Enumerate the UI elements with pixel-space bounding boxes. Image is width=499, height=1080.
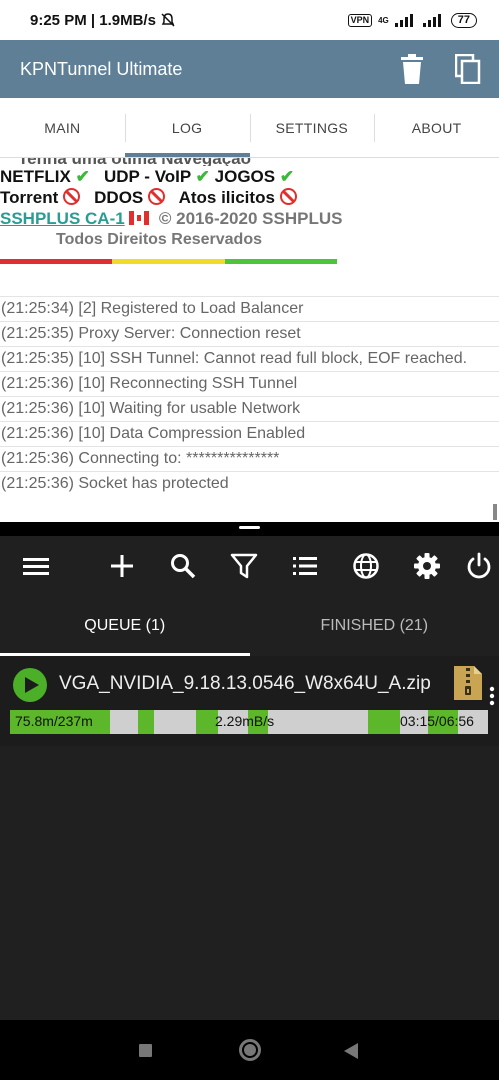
- server-banner: Tenha uma ótima Navegação NETFLIX ✔ UDP …: [0, 158, 499, 264]
- banner-line-1: NETFLIX ✔ UDP - VoIP ✔ JOGOS ✔: [0, 166, 499, 187]
- status-bar: 9:25 PM | 1.9MB/s VPN 4G 77: [0, 0, 499, 40]
- dm-tabs: QUEUE (1) FINISHED (21): [0, 596, 499, 656]
- status-time-speed: 9:25 PM | 1.9MB/s: [30, 12, 176, 29]
- banner-cut-line: Tenha uma ótima Navegação: [0, 158, 499, 166]
- prohibited-icon: [62, 188, 80, 205]
- atos-label: Atos ilicitos: [178, 188, 275, 207]
- copy-icon[interactable]: [455, 54, 481, 84]
- app-title: KPNTunnel Ultimate: [20, 58, 183, 79]
- log-line: (21:25:34) [2] Registered to Load Balanc…: [0, 296, 499, 321]
- recents-icon[interactable]: [139, 1044, 152, 1057]
- status-time-speed-text: 9:25 PM | 1.9MB/s: [30, 11, 156, 29]
- download-filename: VGA_NVIDIA_9.18.13.0546_W8x64U_A.zip: [59, 673, 431, 694]
- log-panel[interactable]: Tenha uma ótima Navegação NETFLIX ✔ UDP …: [0, 158, 499, 522]
- back-icon[interactable]: [344, 1043, 358, 1059]
- banner-line-2: Torrent DDOS Atos ilicitos: [0, 187, 499, 208]
- system-nav-bar: [0, 1020, 499, 1080]
- tab-finished[interactable]: FINISHED (21): [250, 596, 499, 656]
- log-line: (21:25:36) [10] Data Compression Enabled: [0, 421, 499, 446]
- split-screen-divider[interactable]: [0, 522, 499, 536]
- color-divider: [0, 259, 337, 264]
- log-line: (21:25:36) Connecting to: **************…: [0, 446, 499, 471]
- signal-icon-2: [422, 14, 441, 27]
- canada-flag-icon: [129, 211, 150, 225]
- app-bar: KPNTunnel Ultimate: [0, 40, 499, 98]
- add-icon[interactable]: [108, 552, 136, 580]
- check-icon: ✔: [195, 167, 210, 186]
- log-line: (21:25:35) Proxy Server: Connection rese…: [0, 321, 499, 346]
- ddos-label: DDOS: [94, 188, 144, 207]
- tab-queue[interactable]: QUEUE (1): [0, 596, 250, 656]
- download-time: 03:15/06:56: [400, 713, 474, 729]
- download-progress-bar: 75.8m/237m 2.29mB/s 03:15/06:56: [10, 710, 488, 734]
- sshplus-link[interactable]: SSHPLUS CA-1: [0, 209, 125, 228]
- mute-bell-icon: [161, 13, 175, 27]
- log-line: (21:25:36) [10] Waiting for usable Netwo…: [0, 396, 499, 421]
- download-speed: 2.29mB/s: [215, 713, 275, 729]
- status-icons: VPN 4G 77: [347, 12, 477, 28]
- jogos-label: JOGOS: [214, 167, 276, 186]
- globe-icon[interactable]: [352, 552, 380, 580]
- menu-icon[interactable]: [22, 552, 50, 580]
- home-icon[interactable]: [239, 1039, 261, 1061]
- vpn-badge: VPN: [347, 13, 373, 27]
- main-tabs: MAIN LOG SETTINGS ABOUT: [0, 98, 499, 158]
- log-line: (21:25:35) [10] SSH Tunnel: Cannot read …: [0, 346, 499, 371]
- progress-segment: [138, 710, 154, 734]
- check-icon: ✔: [75, 167, 90, 186]
- filter-icon[interactable]: [230, 552, 258, 580]
- gear-icon[interactable]: [413, 552, 441, 580]
- list-icon[interactable]: [291, 552, 319, 580]
- power-icon[interactable]: [465, 552, 493, 580]
- split-handle[interactable]: [239, 526, 260, 529]
- zip-file-icon: [454, 666, 482, 700]
- tab-about[interactable]: ABOUT: [374, 98, 499, 157]
- banner-line-3: SSHPLUS CA-1 © 2016-2020 SSHPLUS: [0, 208, 499, 229]
- download-size: 75.8m/237m: [15, 713, 93, 729]
- log-lines: (21:25:34) [2] Registered to Load Balanc…: [0, 296, 499, 496]
- netflix-label: NETFLIX: [0, 167, 71, 186]
- more-options-icon[interactable]: [488, 686, 496, 706]
- log-line: (21:25:36) [10] Reconnecting SSH Tunnel: [0, 371, 499, 396]
- prohibited-icon: [148, 188, 166, 205]
- torrent-label: Torrent: [0, 188, 59, 207]
- trash-icon[interactable]: [399, 54, 425, 84]
- udp-label: UDP - VoIP: [104, 167, 191, 186]
- progress-segment: [368, 710, 400, 734]
- prohibited-icon: [279, 188, 297, 205]
- network-type: 4G: [378, 15, 389, 25]
- rights-text: Todos Direitos Reservados: [56, 231, 262, 248]
- signal-icon: [394, 14, 413, 27]
- battery-indicator: 77: [450, 12, 477, 28]
- log-line: (21:25:36) Socket has protected: [0, 471, 499, 496]
- tab-settings[interactable]: SETTINGS: [249, 98, 375, 157]
- download-manager: QUEUE (1) FINISHED (21) VGA_NVIDIA_9.18.…: [0, 536, 499, 1020]
- play-icon[interactable]: [13, 668, 47, 702]
- download-item[interactable]: VGA_NVIDIA_9.18.13.0546_W8x64U_A.zip 75.…: [0, 656, 499, 746]
- copyright-text: © 2016-2020 SSHPLUS: [158, 209, 343, 228]
- check-icon: ✔: [279, 167, 295, 186]
- search-icon[interactable]: [169, 552, 197, 580]
- tab-main[interactable]: MAIN: [0, 98, 125, 157]
- dm-toolbar: [0, 536, 499, 596]
- log-scrollbar[interactable]: [493, 504, 497, 520]
- tab-log[interactable]: LOG: [124, 98, 250, 157]
